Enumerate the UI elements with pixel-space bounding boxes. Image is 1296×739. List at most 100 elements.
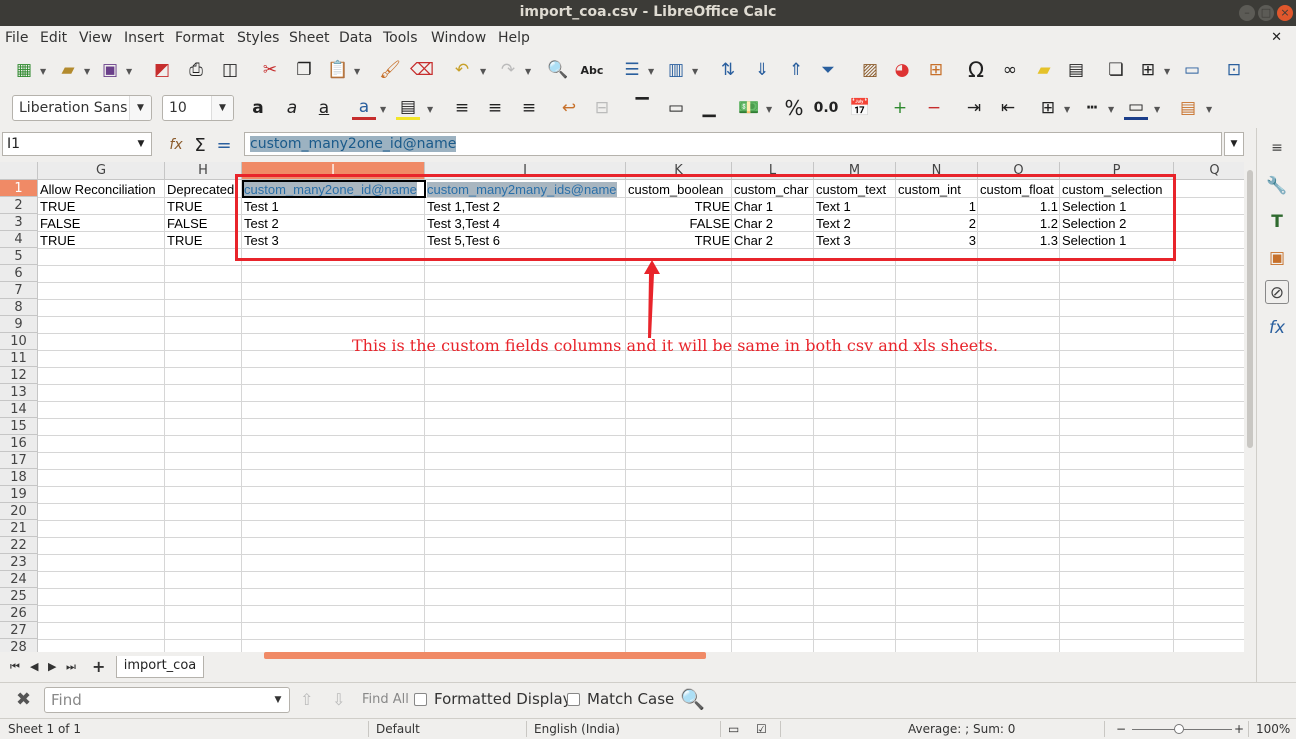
zoom-slider-handle[interactable] xyxy=(1174,724,1184,734)
border-style-dropdown-icon[interactable]: ▼ xyxy=(1108,105,1114,114)
font-name-combo[interactable]: Liberation Sans ▼ xyxy=(12,95,152,121)
insert-image-icon[interactable]: ▨ xyxy=(858,58,882,82)
column-header-q[interactable]: Q xyxy=(1174,162,1244,180)
italic-icon[interactable]: a xyxy=(280,96,304,120)
menu-tools[interactable]: Tools xyxy=(383,30,418,46)
freeze-rows-columns-icon[interactable]: ⊞ xyxy=(1136,58,1160,82)
copy-icon[interactable]: ❐ xyxy=(292,58,316,82)
menu-edit[interactable]: Edit xyxy=(40,30,67,46)
row-header[interactable]: 26 xyxy=(0,605,38,622)
define-print-area-icon[interactable]: ❏ xyxy=(1104,58,1128,82)
sidebar-menu-icon[interactable]: ≡ xyxy=(1265,136,1289,160)
font-name-dropdown-icon[interactable]: ▼ xyxy=(129,96,151,120)
column-dropdown-icon[interactable]: ▼ xyxy=(692,67,698,76)
borders-icon[interactable]: ⊞ xyxy=(1036,96,1060,120)
open-folder-icon[interactable]: ▰ xyxy=(56,58,80,82)
number-format-icon[interactable]: 0.0 xyxy=(814,96,839,120)
highlight-dropdown-icon[interactable]: ▼ xyxy=(427,105,433,114)
row-header[interactable]: 10 xyxy=(0,333,38,350)
merge-cells-icon[interactable]: ⊟ xyxy=(590,96,614,120)
border-color-icon[interactable]: ▭ xyxy=(1124,96,1148,120)
row-header[interactable]: 1 xyxy=(0,180,38,197)
print-icon[interactable]: ⎙ xyxy=(184,58,208,82)
first-sheet-icon[interactable]: ⏮ xyxy=(10,660,20,674)
cell-h3[interactable]: FALSE xyxy=(165,215,242,232)
headers-footers-icon[interactable]: ▤ xyxy=(1064,58,1088,82)
vertical-scrollbar[interactable] xyxy=(1244,162,1256,652)
formatted-display-checkbox[interactable] xyxy=(414,693,427,706)
conditional-format-icon[interactable]: ▤ xyxy=(1176,96,1200,120)
row-header[interactable]: 5 xyxy=(0,248,38,265)
match-case-checkbox[interactable] xyxy=(567,693,580,706)
add-sheet-icon[interactable]: + xyxy=(92,657,105,676)
menu-data[interactable]: Data xyxy=(339,30,372,46)
row-header[interactable]: 21 xyxy=(0,520,38,537)
gallery-icon[interactable]: ▣ xyxy=(1265,246,1289,270)
menu-format[interactable]: Format xyxy=(175,30,224,46)
close-find-icon[interactable]: ✖ xyxy=(16,689,31,710)
row-header[interactable]: 11 xyxy=(0,350,38,367)
cut-icon[interactable]: ✂ xyxy=(258,58,282,82)
row-icon[interactable]: ☰ xyxy=(620,58,644,82)
split-window-icon[interactable]: ▭ xyxy=(1180,58,1204,82)
vertical-scrollbar-thumb[interactable] xyxy=(1247,170,1253,448)
align-top-icon[interactable]: ▔ xyxy=(630,96,654,120)
row-header[interactable]: 9 xyxy=(0,316,38,333)
page-style[interactable]: Default xyxy=(376,722,420,736)
find-replace-icon[interactable]: 🔍 xyxy=(546,58,570,82)
cell-h1[interactable]: Deprecated xyxy=(165,181,242,198)
row-dropdown-icon[interactable]: ▼ xyxy=(648,67,654,76)
hyperlink-icon[interactable]: ∞ xyxy=(998,58,1022,82)
decrease-indent-icon[interactable]: ⇤ xyxy=(996,96,1020,120)
row-header[interactable]: 6 xyxy=(0,265,38,282)
align-right-icon[interactable]: ≡ xyxy=(517,96,541,120)
function-wizard-icon[interactable]: fx xyxy=(164,133,188,157)
menu-window[interactable]: Window xyxy=(431,30,486,46)
cell-g4[interactable]: TRUE xyxy=(38,232,165,249)
zoom-level[interactable]: 100% xyxy=(1256,722,1290,736)
row-header[interactable]: 25 xyxy=(0,588,38,605)
row-header[interactable]: 15 xyxy=(0,418,38,435)
conditional-format-dropdown-icon[interactable]: ▼ xyxy=(1206,105,1212,114)
row-header[interactable]: 4 xyxy=(0,231,38,248)
row-header[interactable]: 28 xyxy=(0,639,38,652)
find-next-icon[interactable]: ⇩ xyxy=(332,690,345,709)
previous-sheet-icon[interactable]: ◀ xyxy=(30,660,38,673)
horizontal-scrollbar-thumb[interactable] xyxy=(264,652,706,659)
currency-format-icon[interactable]: 💵 xyxy=(737,96,761,120)
show-draw-functions-icon[interactable]: ⊡ xyxy=(1222,58,1246,82)
center-vertically-icon[interactable]: ▭ xyxy=(664,96,688,120)
border-style-icon[interactable]: ┅ xyxy=(1080,96,1104,120)
menu-sheet[interactable]: Sheet xyxy=(289,30,329,46)
cell-g1[interactable]: Allow Reconciliation xyxy=(38,181,165,198)
row-header[interactable]: 18 xyxy=(0,469,38,486)
functions-icon[interactable]: fx xyxy=(1265,316,1289,340)
paste-icon[interactable]: 📋 xyxy=(326,58,350,82)
row-header[interactable]: 16 xyxy=(0,435,38,452)
cell-g2[interactable]: TRUE xyxy=(38,198,165,215)
properties-icon[interactable]: 🔧 xyxy=(1265,174,1289,198)
insert-chart-icon[interactable]: ◕ xyxy=(890,58,914,82)
cell-h2[interactable]: TRUE xyxy=(165,198,242,215)
special-character-icon[interactable]: Ω xyxy=(964,58,988,82)
underline-icon[interactable]: a xyxy=(312,96,336,120)
pivot-table-icon[interactable]: ⊞ xyxy=(924,58,948,82)
sort-ascending-icon[interactable]: ⇑ xyxy=(784,58,808,82)
align-left-icon[interactable]: ≡ xyxy=(450,96,474,120)
undo-icon[interactable]: ↶ xyxy=(450,58,474,82)
sort-icon[interactable]: ⇅ xyxy=(716,58,740,82)
font-color-icon[interactable]: a xyxy=(352,96,376,120)
name-box[interactable]: I1 ▼ xyxy=(2,132,152,156)
row-header[interactable]: 20 xyxy=(0,503,38,520)
font-color-dropdown-icon[interactable]: ▼ xyxy=(380,105,386,114)
zoom-in-icon[interactable]: + xyxy=(1234,722,1244,736)
menu-insert[interactable]: Insert xyxy=(124,30,164,46)
bold-icon[interactable]: a xyxy=(246,96,270,120)
find-replace-dialog-icon[interactable]: 🔍 xyxy=(680,687,705,711)
cell-h4[interactable]: TRUE xyxy=(165,232,242,249)
borders-dropdown-icon[interactable]: ▼ xyxy=(1064,105,1070,114)
column-icon[interactable]: ▥ xyxy=(664,58,688,82)
row-header[interactable]: 8 xyxy=(0,299,38,316)
next-sheet-icon[interactable]: ▶ xyxy=(48,660,56,673)
save-dropdown-icon[interactable]: ▼ xyxy=(126,67,132,76)
